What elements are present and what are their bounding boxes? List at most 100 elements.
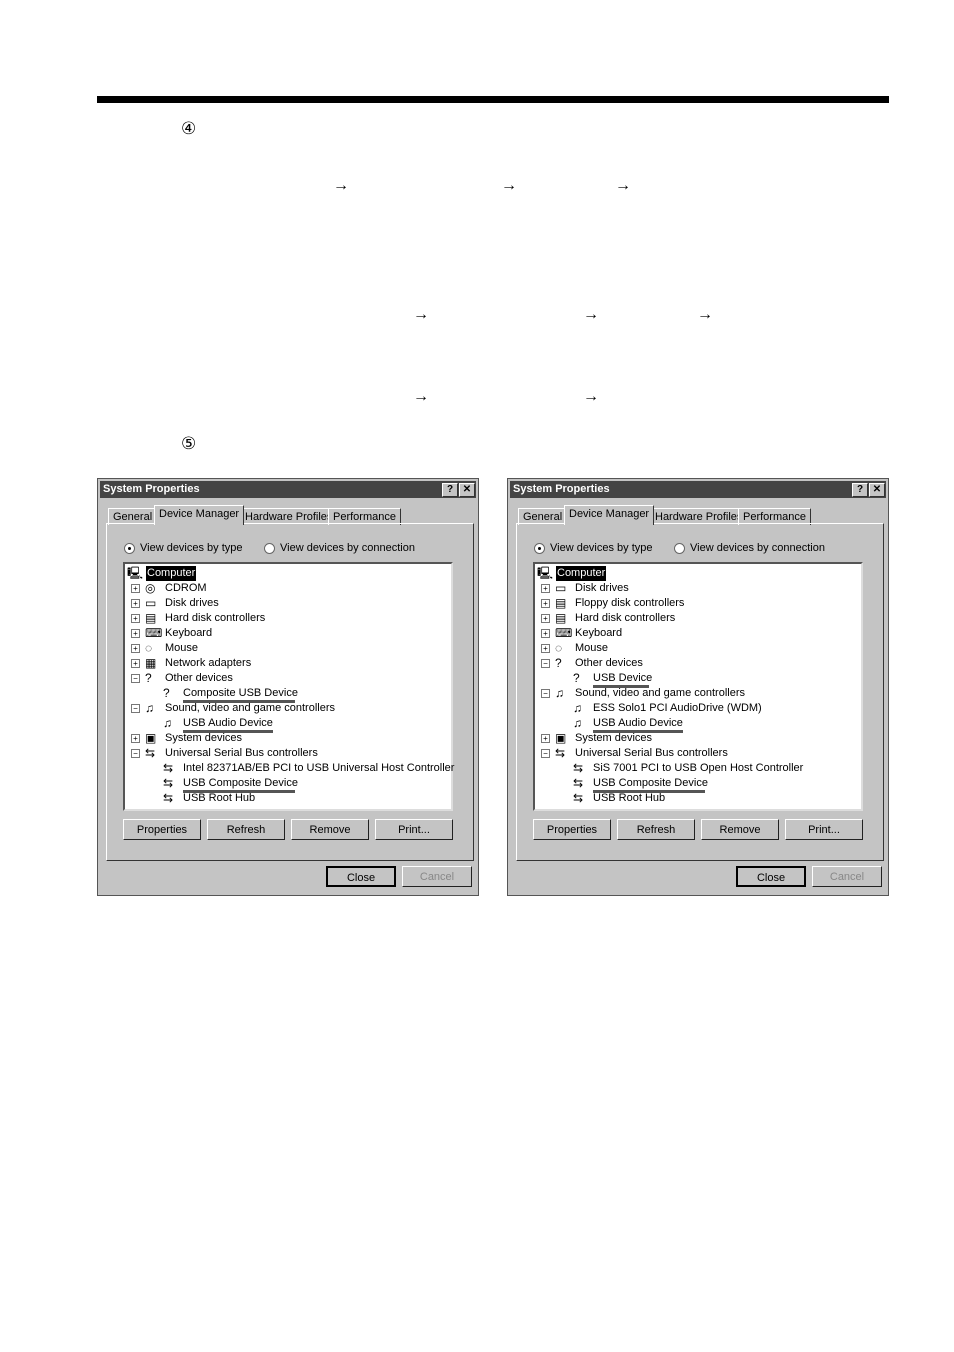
radio-view-by-connection[interactable]: View devices by connection [674, 542, 825, 554]
tree-item[interactable]: + ◎ CDROM [125, 581, 451, 596]
tree-item-label: Keyboard [165, 627, 213, 639]
usb-icon: ⇆ [573, 761, 584, 775]
tree-item[interactable]: − ♫ Sound, video and game controllers [535, 686, 861, 701]
collapse-icon[interactable]: − [131, 749, 140, 758]
radio-view-by-type[interactable]: View devices by type [534, 542, 653, 554]
tab-device-manager[interactable]: Device Manager [154, 505, 245, 525]
collapse-icon[interactable]: − [131, 674, 140, 683]
remove-button[interactable]: Remove [291, 819, 369, 840]
cancel-button: Cancel [402, 866, 472, 887]
expand-icon[interactable]: + [541, 629, 550, 638]
tree-item-label: Universal Serial Bus controllers [165, 747, 318, 759]
tree-item[interactable]: + ▤ Hard disk controllers [125, 611, 451, 626]
tree-item-label: System devices [165, 732, 243, 744]
collapse-icon[interactable]: − [131, 704, 140, 713]
tab-device-manager[interactable]: Device Manager [564, 505, 655, 525]
radio-view-by-connection[interactable]: View devices by connection [264, 542, 415, 554]
tree-item[interactable]: −? Other devices [535, 656, 861, 671]
tree-item[interactable]: ⇆ USB Root Hub [535, 791, 861, 806]
tree-item[interactable]: + ▤ Floppy disk controllers [535, 596, 861, 611]
remove-button[interactable]: Remove [701, 819, 779, 840]
tree-item[interactable]: ? Composite USB Device [125, 686, 451, 703]
help-button[interactable]: ? [442, 483, 458, 497]
manual-page: ④ → → → → → → → → ⑤ System Properties? ✕ G… [0, 0, 954, 1352]
cancel-button: Cancel [812, 866, 882, 887]
close-icon[interactable]: ✕ [459, 483, 475, 497]
tree-item[interactable]: + ▦ Network adapters [125, 656, 451, 671]
radio-view-by-type[interactable]: View devices by type [124, 542, 243, 554]
expand-icon[interactable]: + [131, 614, 140, 623]
expand-icon[interactable]: + [541, 584, 550, 593]
tree-item[interactable]: + ⌨ Keyboard [535, 626, 861, 641]
properties-button[interactable]: Properties [123, 819, 201, 840]
arrow: → [697, 306, 713, 323]
expand-icon[interactable]: + [131, 584, 140, 593]
radio-button[interactable] [124, 542, 135, 554]
tree-item[interactable]: ⇆ USB Composite Device [535, 776, 861, 793]
computer-icon: 🖳 [537, 566, 554, 580]
expand-icon[interactable]: + [541, 599, 550, 608]
arrow: → [615, 177, 631, 194]
radio-label: View devices by connection [690, 542, 825, 554]
expand-icon[interactable]: + [131, 734, 140, 743]
system-device-icon: ▣ [145, 731, 157, 745]
expand-icon[interactable]: + [131, 659, 140, 668]
tree-item[interactable]: + ▭ Disk drives [125, 596, 451, 611]
collapse-icon[interactable]: − [541, 689, 550, 698]
tree-item[interactable]: + ▭ Disk drives [535, 581, 861, 596]
tree-item[interactable]: ♫ USB Audio Device [125, 716, 451, 733]
tree-item-label: System devices [575, 732, 653, 744]
close-icon[interactable]: ✕ [869, 483, 885, 497]
refresh-button[interactable]: Refresh [617, 819, 695, 840]
tree-item[interactable]: 🖳 Computer [125, 566, 451, 581]
radio-button[interactable] [264, 542, 275, 554]
device-tree[interactable]: 🖳 Computer + ◎ CDROM + ▭ Disk drives + ▤ Hard disk… [123, 562, 454, 811]
expand-icon[interactable]: + [131, 599, 140, 608]
tree-item-label: Hard disk controllers [575, 612, 676, 624]
tree-item[interactable]: + ▣ System devices [125, 731, 451, 746]
tree-item[interactable]: ⇆ USB Root Hub [125, 791, 451, 806]
radio-label: View devices by connection [280, 542, 415, 554]
expand-icon[interactable]: + [541, 644, 550, 653]
tree-item[interactable]: − ⇆ Universal Serial Bus controllers [125, 746, 451, 761]
device-tree[interactable]: 🖳 Computer + ▭ Disk drives + ▤ Floppy disk cont… [533, 562, 863, 811]
expand-icon[interactable]: + [541, 614, 550, 623]
print-button[interactable]: Print... [375, 819, 453, 840]
tree-item-label: Mouse [165, 642, 199, 654]
tree-item-label: Other devices [165, 672, 233, 684]
help-button[interactable]: ? [852, 483, 868, 497]
expand-icon[interactable]: + [541, 734, 550, 743]
tree-item[interactable]: + ▣ System devices [535, 731, 861, 746]
usb-icon: ⇆ [163, 791, 174, 805]
radio-button[interactable] [674, 542, 685, 554]
tree-item[interactable]: + ◌ Mouse [535, 641, 861, 656]
tree-item[interactable]: ⇆ USB Composite Device [125, 776, 451, 793]
refresh-button[interactable]: Refresh [207, 819, 285, 840]
sound-icon: ♫ [573, 716, 582, 730]
expand-icon[interactable]: + [131, 629, 140, 638]
tree-item[interactable]: + ▤ Hard disk controllers [535, 611, 861, 626]
tree-item[interactable]: − ⇆ Universal Serial Bus controllers [535, 746, 861, 761]
expand-icon[interactable]: + [131, 644, 140, 653]
radio-label: View devices by type [550, 542, 653, 554]
properties-button[interactable]: Properties [533, 819, 611, 840]
tree-item-label: USB Composite Device [593, 777, 708, 789]
tree-item[interactable]: ♫ USB Audio Device [535, 716, 861, 733]
tree-item[interactable]: 🖳 Computer [535, 566, 861, 581]
close-button[interactable]: Close [736, 866, 806, 887]
tree-item[interactable]: ? USB Device [535, 671, 861, 688]
tree-item[interactable]: ⇆ SiS 7001 PCI to USB Open Host Controlle… [535, 761, 861, 776]
tree-item[interactable]: ♫ ESS Solo1 PCI AudioDrive (WDM) [535, 701, 861, 716]
print-button[interactable]: Print... [785, 819, 863, 840]
collapse-icon[interactable]: − [541, 749, 550, 758]
tree-item[interactable]: ⇆ Intel 82371AB/EB PCI to USB Universal H… [125, 761, 454, 776]
tree-item[interactable]: −? Other devices [125, 671, 451, 686]
tree-item[interactable]: + ⌨ Keyboard [125, 626, 451, 641]
close-button[interactable]: Close [326, 866, 396, 887]
radio-button[interactable] [534, 542, 545, 554]
collapse-icon[interactable]: − [541, 659, 550, 668]
tree-item-label: Keyboard [575, 627, 623, 639]
sound-icon: ♫ [555, 686, 564, 700]
tree-item[interactable]: + ◌ Mouse [125, 641, 451, 656]
tree-item[interactable]: − ♫ Sound, video and game controllers [125, 701, 451, 716]
